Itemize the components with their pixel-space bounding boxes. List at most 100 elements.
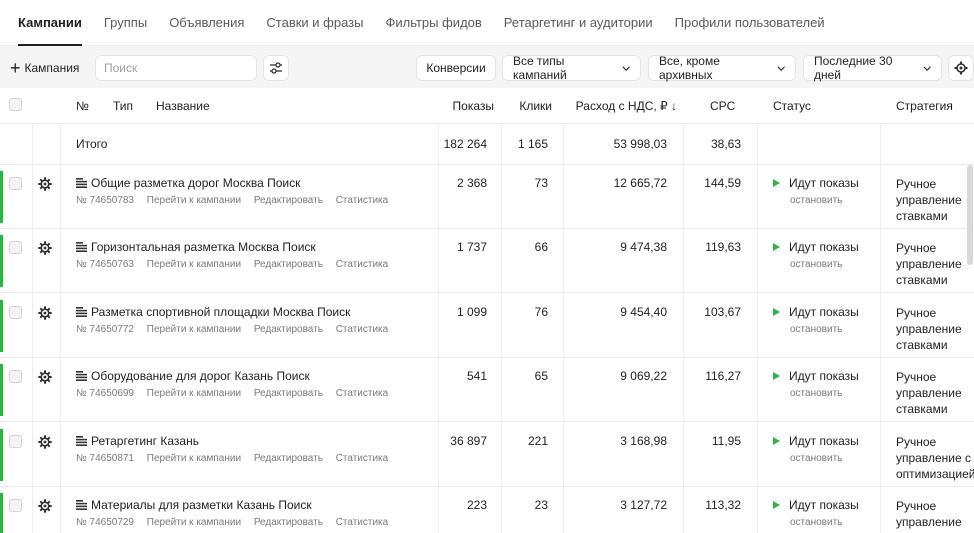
campaign-row[interactable]: Горизонтальная разметка Москва Поиск № 7… bbox=[0, 229, 974, 294]
tab-user-profiles[interactable]: Профили пользователей bbox=[675, 0, 825, 46]
row-checkbox[interactable] bbox=[9, 434, 22, 448]
go-to-campaign-link[interactable]: Перейти к кампании bbox=[147, 195, 241, 206]
campaign-row[interactable]: Разметка спортивной площадки Москва Поис… bbox=[0, 294, 974, 358]
edit-link[interactable]: Редактировать bbox=[254, 517, 323, 528]
shows-value: 541 bbox=[466, 369, 487, 384]
edit-link[interactable]: Редактировать bbox=[254, 453, 323, 464]
col-cpc[interactable]: CPC bbox=[710, 88, 735, 124]
strategy-value[interactable]: Ручное управление ставками bbox=[896, 498, 974, 533]
statistics-link[interactable]: Статистика bbox=[336, 453, 389, 464]
col-shows[interactable]: Показы bbox=[438, 88, 494, 124]
conversions-button[interactable]: Конверсии bbox=[416, 55, 496, 81]
col-strategy[interactable]: Стратегия bbox=[896, 88, 953, 124]
col-number[interactable]: № bbox=[76, 88, 89, 124]
row-checkbox[interactable] bbox=[9, 499, 22, 512]
edit-link[interactable]: Редактировать bbox=[254, 324, 323, 335]
tab-retargeting[interactable]: Ретаргетинг и аудитории bbox=[504, 0, 653, 46]
campaign-name-link[interactable]: Материалы для разметки Казань Поиск bbox=[76, 498, 312, 512]
campaign-meta: № 74650763 Перейти к кампании Редактиров… bbox=[76, 259, 398, 270]
gear-icon[interactable] bbox=[38, 370, 52, 384]
strategy-value[interactable]: Ручное управление ставками bbox=[896, 369, 974, 417]
col-spend[interactable]: Расход с НДС, ₽ ↓ bbox=[563, 88, 677, 124]
strategy-value[interactable]: Ручное управление ставками bbox=[896, 176, 974, 224]
campaign-id: № 74650699 bbox=[76, 388, 134, 400]
select-all-checkbox[interactable] bbox=[9, 98, 22, 111]
tab-campaigns[interactable]: Кампании bbox=[18, 0, 82, 46]
shows-value: 2 368 bbox=[456, 176, 487, 190]
row-checkbox[interactable] bbox=[9, 305, 22, 319]
campaign-name-link[interactable]: Оборудование для дорог Казань Поиск bbox=[76, 369, 310, 383]
stop-link[interactable]: остановить bbox=[790, 195, 842, 206]
chevron-down-icon bbox=[777, 65, 785, 71]
campaign-row[interactable]: Общие разметка дорог Москва Поиск № 7465… bbox=[0, 165, 974, 229]
go-to-campaign-link[interactable]: Перейти к кампании bbox=[147, 388, 241, 399]
campaign-name: Материалы для разметки Казань Поиск bbox=[91, 498, 312, 512]
strategy-value[interactable]: Ручное управление ставками bbox=[896, 240, 974, 288]
filter-settings-button[interactable] bbox=[263, 55, 289, 81]
statistics-link[interactable]: Статистика bbox=[336, 517, 389, 528]
campaign-name-link[interactable]: Горизонтальная разметка Москва Поиск bbox=[76, 240, 316, 254]
col-type[interactable]: Тип bbox=[113, 88, 133, 124]
col-clicks[interactable]: Клики bbox=[501, 88, 552, 124]
status-text: Идут показы bbox=[789, 176, 859, 190]
tab-bids-phrases[interactable]: Ставки и фразы bbox=[266, 0, 363, 46]
row-checkbox[interactable] bbox=[9, 177, 22, 190]
col-status[interactable]: Статус bbox=[773, 88, 811, 124]
total-label: Итого bbox=[76, 137, 108, 151]
archive-filter-label: Все, кроме архивных bbox=[659, 54, 720, 82]
row-checkbox[interactable] bbox=[9, 241, 22, 255]
archive-filter-dropdown[interactable]: Все, кроме архивных bbox=[648, 54, 796, 82]
campaign-meta: № 74650699 Перейти к кампании Редактиров… bbox=[76, 388, 398, 399]
stop-link[interactable]: остановить bbox=[790, 259, 842, 270]
gear-icon[interactable] bbox=[38, 306, 52, 320]
tab-feed-filters[interactable]: Фильтры фидов bbox=[385, 0, 481, 46]
status-label: Идут показы bbox=[773, 305, 859, 319]
add-campaign-button[interactable]: + Кампания bbox=[6, 55, 83, 81]
clicks-value: 66 bbox=[534, 240, 548, 255]
scrollbar[interactable] bbox=[967, 165, 973, 265]
statistics-link[interactable]: Статистика bbox=[336, 259, 389, 270]
stop-link[interactable]: остановить bbox=[790, 517, 842, 528]
go-to-campaign-link[interactable]: Перейти к кампании bbox=[147, 453, 241, 464]
edit-link[interactable]: Редактировать bbox=[254, 388, 323, 399]
chevron-down-icon bbox=[622, 65, 630, 71]
active-indicator bbox=[0, 235, 3, 288]
edit-link[interactable]: Редактировать bbox=[254, 259, 323, 270]
go-to-campaign-link[interactable]: Перейти к кампании bbox=[147, 259, 241, 270]
status-label: Идут показы bbox=[773, 240, 859, 254]
campaign-types-dropdown[interactable]: Все типы кампаний bbox=[502, 54, 641, 82]
search-input[interactable] bbox=[95, 55, 257, 81]
period-dropdown[interactable]: Последние 30 дней bbox=[803, 54, 942, 82]
stop-link[interactable]: остановить bbox=[790, 388, 842, 399]
go-to-campaign-link[interactable]: Перейти к кампании bbox=[147, 517, 241, 528]
row-checkbox[interactable] bbox=[9, 370, 22, 384]
status-label: Идут показы bbox=[773, 369, 859, 383]
stop-link[interactable]: остановить bbox=[790, 324, 842, 335]
tab-ads[interactable]: Объявления bbox=[169, 0, 244, 46]
gear-icon[interactable] bbox=[38, 241, 52, 256]
text-campaign-icon bbox=[76, 371, 87, 382]
stop-link[interactable]: остановить bbox=[790, 453, 842, 464]
strategy-value[interactable]: Ручное управление с оптимизацией bbox=[896, 434, 974, 482]
gear-icon[interactable] bbox=[38, 434, 52, 449]
col-name[interactable]: Название bbox=[156, 88, 210, 124]
cpc-value: 103,67 bbox=[704, 304, 741, 319]
total-row: Итого 182 264 1 165 53 998,03 38,63 bbox=[0, 124, 974, 165]
campaign-name-link[interactable]: Ретаргетинг Казань bbox=[76, 434, 199, 448]
campaign-row[interactable]: Материалы для разметки Казань Поиск № 74… bbox=[0, 487, 974, 533]
table-settings-button[interactable] bbox=[948, 55, 974, 81]
statistics-link[interactable]: Статистика bbox=[336, 195, 389, 206]
tab-groups[interactable]: Группы bbox=[104, 0, 147, 46]
statistics-link[interactable]: Статистика bbox=[336, 388, 389, 399]
gear-icon[interactable] bbox=[38, 177, 52, 191]
campaign-row[interactable]: Ретаргетинг Казань № 74650871 Перейти к … bbox=[0, 423, 974, 487]
edit-link[interactable]: Редактировать bbox=[254, 195, 323, 206]
statistics-link[interactable]: Статистика bbox=[336, 324, 389, 335]
campaign-row[interactable]: Оборудование для дорог Казань Поиск № 74… bbox=[0, 358, 974, 423]
campaign-name-link[interactable]: Разметка спортивной площадки Москва Поис… bbox=[76, 305, 350, 319]
gear-icon[interactable] bbox=[38, 499, 52, 513]
campaign-name: Общие разметка дорог Москва Поиск bbox=[91, 176, 301, 190]
go-to-campaign-link[interactable]: Перейти к кампании bbox=[147, 324, 241, 335]
campaign-name-link[interactable]: Общие разметка дорог Москва Поиск bbox=[76, 176, 300, 190]
strategy-value[interactable]: Ручное управление ставками bbox=[896, 305, 974, 353]
